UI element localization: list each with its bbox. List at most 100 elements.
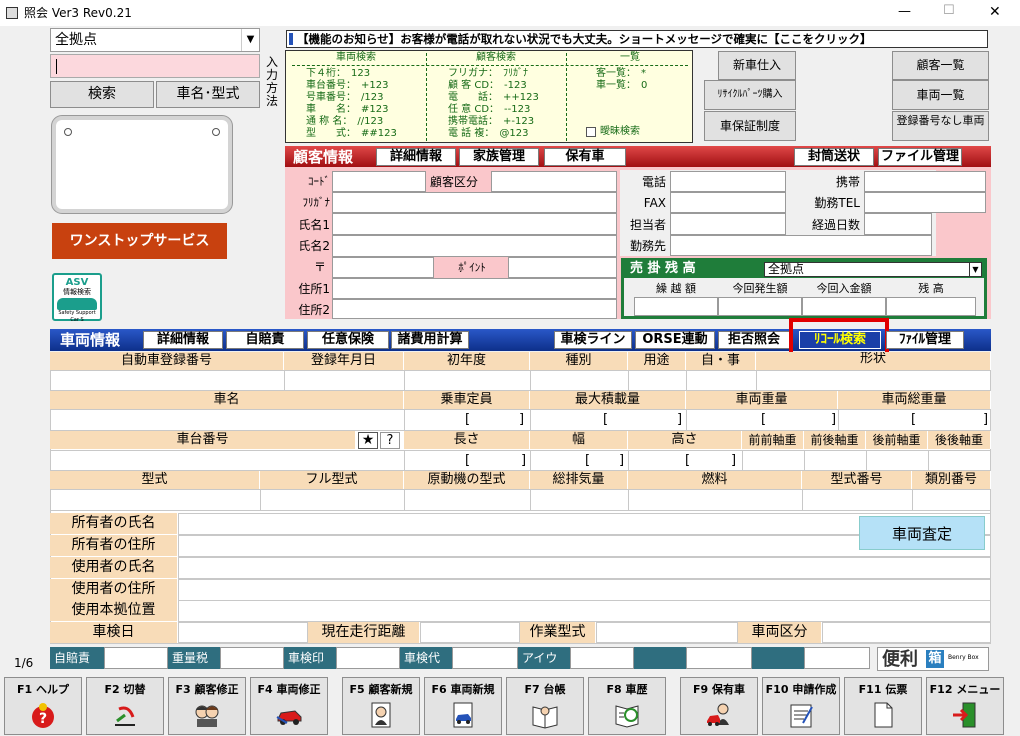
asv-search-button[interactable]: ASV 情報検索 Safety Support Car S [52, 273, 102, 323]
chassis-number-field[interactable] [50, 450, 405, 471]
close-button[interactable]: ✕ [989, 4, 1001, 20]
tab-recall-search[interactable]: ﾘｺｰﾙ検索 [799, 331, 881, 349]
chevron-down-icon[interactable]: ▼ [241, 29, 259, 51]
user-name-field[interactable] [178, 557, 991, 579]
mobile-field[interactable] [864, 171, 986, 192]
notice-banner[interactable]: 【機能のお知らせ】お客様が電話が取れない状況でも大丈夫。ショートメッセージで確実… [286, 30, 988, 48]
f12-menu-button[interactable]: F12 メニュー [926, 677, 1004, 735]
model-field[interactable] [50, 489, 261, 511]
engine-model-field[interactable] [404, 489, 531, 511]
receivable-location-select[interactable]: 全拠点 ▼ [764, 262, 982, 277]
tab-fee-calculation[interactable]: 諸費用計算 [391, 331, 469, 349]
rear-front-axle-field[interactable] [866, 450, 929, 471]
customer-list-button[interactable]: 顧客一覧 [892, 51, 989, 80]
fuzzy-search-checkbox[interactable] [586, 127, 596, 137]
warranty-button[interactable]: 車保証制度 [704, 111, 796, 141]
f2-switch-button[interactable]: F2 切替 [86, 677, 164, 735]
tab-family[interactable]: 家族管理 [459, 148, 539, 166]
help-question-button[interactable]: ? [380, 432, 400, 449]
tab-vehicle-files[interactable]: ﾌｧｲﾙ管理 [886, 331, 964, 349]
type-field[interactable] [530, 370, 629, 391]
kana-field[interactable] [332, 192, 617, 213]
f5-new-customer-button[interactable]: F5 顧客新規 [342, 677, 420, 735]
staff-field[interactable] [670, 213, 786, 235]
elapsed-days-field[interactable] [864, 213, 932, 235]
length-field[interactable]: [] [404, 450, 531, 471]
vehicle-list-button[interactable]: 車両一覧 [892, 80, 989, 110]
maximize-button[interactable]: ☐ [943, 3, 955, 19]
tab-refusal[interactable]: 拒否照会 [718, 331, 790, 349]
base-location-field[interactable] [178, 600, 991, 622]
inspection-date-field[interactable] [178, 622, 308, 643]
class-number-field[interactable] [912, 489, 991, 511]
zip-field[interactable] [332, 257, 434, 278]
tab-inspection-line[interactable]: 車検ライン [554, 331, 632, 349]
chevron-down-icon[interactable]: ▼ [969, 263, 981, 276]
new-car-purchase-button[interactable]: 新車仕入 [718, 51, 796, 80]
vehicle-class-field[interactable] [822, 622, 991, 643]
tab-customer-info[interactable]: 顧客情報 [293, 148, 353, 166]
height-field[interactable]: [] [628, 450, 743, 471]
work-tel-field[interactable] [864, 192, 986, 213]
mileage-field[interactable] [420, 622, 520, 643]
first-year-field[interactable] [404, 370, 531, 391]
displacement-field[interactable] [530, 489, 629, 511]
recycle-parts-button[interactable]: ﾘｻｲｸﾙﾊﾟｰﾂ購入 [704, 80, 796, 110]
onestop-service-button[interactable]: ワンストップサービス [52, 223, 227, 259]
full-model-field[interactable] [260, 489, 405, 511]
f8-vehicle-history-button[interactable]: F8 車歴 [588, 677, 666, 735]
search-button[interactable]: 検索 [50, 81, 154, 108]
tab-envelope[interactable]: 封筒送状 [794, 148, 874, 166]
private-business-field[interactable] [686, 370, 757, 391]
reg-date-field[interactable] [284, 370, 405, 391]
unregistered-vehicle-button[interactable]: 登録番号なし車両 [892, 111, 989, 141]
workplace-field[interactable] [670, 235, 932, 256]
name2-field[interactable] [332, 235, 617, 257]
shape-field[interactable] [756, 370, 991, 391]
tab-vehicle-detail[interactable]: 詳細情報 [143, 331, 223, 349]
f7-ledger-button[interactable]: F7 台帳 [506, 677, 584, 735]
f6-new-vehicle-button[interactable]: F6 車両新規 [424, 677, 502, 735]
location-select[interactable]: 全拠点 ▼ [50, 28, 260, 52]
code-field[interactable] [332, 171, 426, 192]
star-button[interactable]: ★ [358, 432, 378, 449]
model-number-field[interactable] [802, 489, 913, 511]
tab-customer-files[interactable]: ファイル管理 [878, 148, 962, 166]
name1-field[interactable] [332, 213, 617, 235]
f11-slip-button[interactable]: F11 伝票 [844, 677, 922, 735]
fax-field[interactable] [670, 192, 786, 213]
tab-vehicle-info[interactable]: 車両情報 [60, 331, 120, 349]
max-load-field[interactable]: [] [530, 409, 687, 431]
customer-category-field[interactable] [491, 171, 617, 192]
front-front-axle-field[interactable] [742, 450, 805, 471]
width-field[interactable]: [] [530, 450, 629, 471]
address1-field[interactable] [332, 278, 617, 299]
f9-owned-car-button[interactable]: F9 保有車 [680, 677, 758, 735]
tab-customer-detail[interactable]: 詳細情報 [376, 148, 456, 166]
point-field[interactable] [508, 257, 617, 278]
front-rear-axle-field[interactable] [804, 450, 867, 471]
vehicle-weight-field[interactable]: [] [686, 409, 839, 431]
work-type-field[interactable] [596, 622, 738, 643]
f4-edit-vehicle-button[interactable]: F4 車両修正 [250, 677, 328, 735]
car-name-field[interactable] [50, 409, 405, 431]
usage-field[interactable] [628, 370, 687, 391]
user-address-field[interactable] [178, 579, 991, 601]
capacity-field[interactable]: [] [404, 409, 531, 431]
vehicle-appraisal-button[interactable]: 車両査定 [859, 516, 985, 550]
rear-rear-axle-field[interactable] [928, 450, 991, 471]
model-search-button[interactable]: 車名･型式 [156, 81, 260, 108]
fuel-field[interactable] [628, 489, 803, 511]
f10-application-button[interactable]: F10 申請作成 [762, 677, 840, 735]
f1-help-button[interactable]: F1 ヘルプ ? [4, 677, 82, 735]
tab-voluntary-insurance[interactable]: 任意保険 [307, 331, 389, 349]
search-input[interactable] [50, 54, 260, 78]
benry-box-logo[interactable]: 便利 箱 Benry Box [877, 647, 989, 671]
tab-owned-cars[interactable]: 保有車 [544, 148, 626, 166]
reg-number-field[interactable] [50, 370, 285, 391]
address2-field[interactable] [332, 299, 617, 319]
tab-compulsory-insurance[interactable]: 自賠責 [226, 331, 304, 349]
f3-edit-customer-button[interactable]: F3 顧客修正 [168, 677, 246, 735]
minimize-button[interactable]: — [898, 4, 911, 20]
phone-field[interactable] [670, 171, 786, 192]
